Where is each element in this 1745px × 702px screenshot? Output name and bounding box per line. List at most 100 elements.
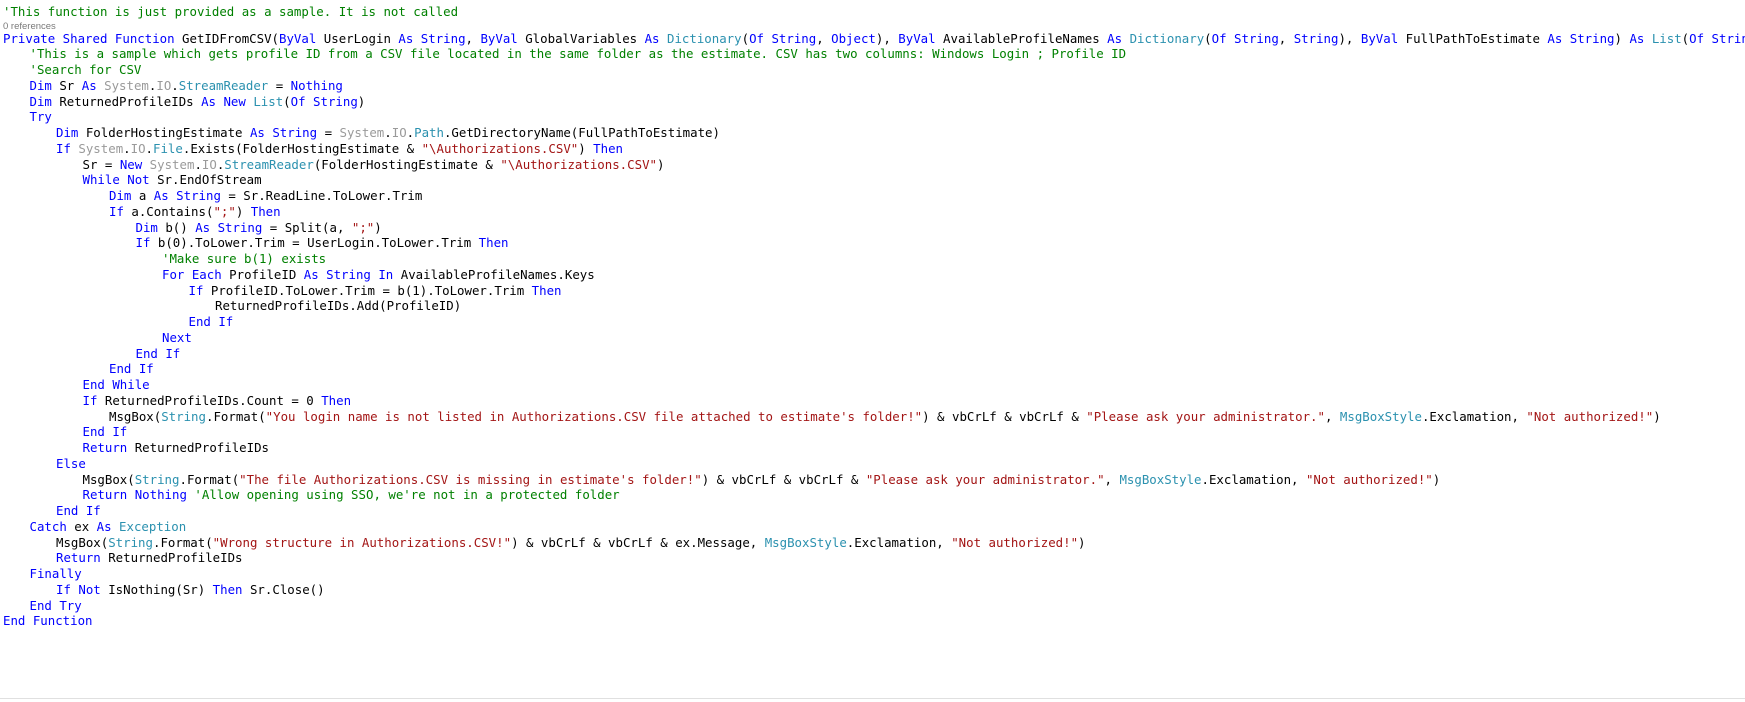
code-line[interactable]: 'Make sure b(1) exists xyxy=(162,250,326,267)
code-line[interactable]: Return ReturnedProfileIDs xyxy=(56,549,243,566)
code-line[interactable]: If System.IO.File.Exists(FolderHostingEs… xyxy=(56,140,623,157)
code-line[interactable]: If ReturnedProfileIDs.Count = 0 Then xyxy=(83,392,352,409)
code-token: . xyxy=(194,156,202,172)
code-line[interactable]: If Not IsNothing(Sr) Then Sr.Close() xyxy=(56,581,325,598)
code-line[interactable]: Dim a As String = Sr.ReadLine.ToLower.Tr… xyxy=(109,187,422,204)
code-token: MsgBox( xyxy=(56,534,109,550)
code-line[interactable]: MsgBox(String.Format("You login name is … xyxy=(109,408,1661,425)
code-token: Finally xyxy=(29,566,82,582)
code-token: IO xyxy=(391,125,407,141)
code-token: If xyxy=(135,235,151,251)
code-token: As xyxy=(644,30,660,46)
code-token: Nothing xyxy=(290,77,343,93)
code-token: "Wrong structure in Authorizations.CSV!" xyxy=(212,534,512,550)
code-line[interactable]: If b(0).ToLower.Trim = UserLogin.ToLower… xyxy=(136,234,509,251)
code-token: "The file Authorizations.CSV is missing … xyxy=(239,471,702,487)
code-token: Then xyxy=(212,581,243,597)
code-token: Dim xyxy=(29,93,52,109)
code-token: Sr.EndOfStream xyxy=(149,172,262,188)
code-token: (FolderHostingEstimate & xyxy=(313,156,501,172)
code-token: System xyxy=(149,156,195,172)
code-token: As xyxy=(96,518,112,534)
code-token: . xyxy=(171,77,179,93)
code-token: If xyxy=(109,203,124,219)
code-token: ( xyxy=(283,93,291,109)
code-line[interactable]: Dim ReturnedProfileIDs As New List(Of St… xyxy=(30,93,366,110)
code-line[interactable]: 'This is a sample which gets profile ID … xyxy=(30,45,1127,62)
code-token: ByVal xyxy=(279,30,317,46)
code-line[interactable]: End If xyxy=(109,360,154,377)
code-token: . xyxy=(384,125,392,141)
code-token: Of String xyxy=(749,30,817,46)
codelens-references[interactable]: 0 references xyxy=(3,21,56,33)
code-token: , xyxy=(1278,30,1294,46)
code-token: 'Allow opening using SSO, we're not in a… xyxy=(194,487,620,503)
code-token: ReturnedProfileIDs.Add(ProfileID) xyxy=(215,298,462,314)
code-token: While Not xyxy=(82,172,150,188)
code-line[interactable]: Dim FolderHostingEstimate As String = Sy… xyxy=(56,124,720,141)
code-line[interactable]: End If xyxy=(56,502,101,519)
code-token: End If xyxy=(109,361,154,377)
code-token: Sr xyxy=(51,77,82,93)
code-token: Path xyxy=(414,125,444,141)
code-token: . xyxy=(145,140,154,156)
code-line[interactable]: Next xyxy=(162,329,192,346)
code-token: "\Authorizations.CSV" xyxy=(500,156,657,172)
code-token: MsgBoxStyle xyxy=(764,534,847,550)
code-line[interactable]: Private Shared Function GetIDFromCSV(ByV… xyxy=(3,30,1745,47)
code-token: If xyxy=(82,392,98,408)
code-line[interactable]: Dim Sr As System.IO.StreamReader = Nothi… xyxy=(30,77,343,94)
editor-bottom-divider xyxy=(0,698,1745,699)
code-token: MsgBox( xyxy=(109,408,162,424)
code-token: Dictionary xyxy=(1129,30,1205,46)
code-token: As String xyxy=(398,30,466,46)
code-token: AvailableProfileNames.Keys xyxy=(393,266,595,282)
code-line[interactable]: End Try xyxy=(30,597,82,614)
code-token: Dim xyxy=(135,219,158,235)
code-token: "You login name is not listed in Authori… xyxy=(265,408,923,424)
code-line[interactable]: While Not Sr.EndOfStream xyxy=(83,171,262,188)
code-token: = Sr.ReadLine.ToLower.Trim xyxy=(220,188,423,204)
code-line[interactable]: Dim b() As String = Split(a, ";") xyxy=(136,219,382,236)
code-line[interactable]: MsgBox(String.Format("Wrong structure in… xyxy=(56,534,1086,551)
code-line[interactable]: Catch ex As Exception xyxy=(30,518,187,535)
code-line[interactable]: Sr = New System.IO.StreamReader(FolderHo… xyxy=(83,156,665,173)
code-line[interactable]: Finally xyxy=(30,565,82,582)
code-token: . xyxy=(406,125,415,141)
code-token: IO xyxy=(130,140,146,156)
code-line[interactable]: ReturnedProfileIDs.Add(ProfileID) xyxy=(215,297,461,314)
code-token: End If xyxy=(188,314,234,330)
code-token: "Not authorized!" xyxy=(951,534,1079,550)
code-line[interactable]: End If xyxy=(83,423,128,440)
code-token: ) xyxy=(235,203,251,219)
code-editor[interactable]: 'This function is just provided as a sam… xyxy=(0,0,1745,702)
code-token: If xyxy=(188,282,204,298)
code-token: , xyxy=(816,30,832,46)
code-token: ) xyxy=(656,156,665,172)
code-line[interactable]: For Each ProfileID As String In Availabl… xyxy=(162,266,595,283)
code-line[interactable]: Return Nothing 'Allow opening using SSO,… xyxy=(83,486,620,503)
code-token: Catch xyxy=(29,518,67,534)
code-line[interactable]: If a.Contains(";") Then xyxy=(109,203,281,220)
code-token: System xyxy=(104,77,149,93)
code-line[interactable]: Try xyxy=(30,108,52,125)
code-token: .Exclamation, xyxy=(1201,471,1306,487)
code-line[interactable]: End Function xyxy=(3,612,93,629)
code-line[interactable]: 'This function is just provided as a sam… xyxy=(3,3,458,20)
code-line[interactable]: End While xyxy=(83,376,150,393)
code-token: Of String xyxy=(1211,30,1279,46)
code-line[interactable]: Return ReturnedProfileIDs xyxy=(83,439,270,456)
code-line[interactable]: Else xyxy=(56,455,86,472)
code-line[interactable]: End If xyxy=(136,345,181,362)
code-token: .Exclamation, xyxy=(846,534,952,550)
code-line[interactable]: 'Search for CSV xyxy=(30,61,142,78)
code-token: , xyxy=(1324,408,1340,424)
code-line[interactable]: End If xyxy=(189,313,234,330)
code-token: ProfileID.ToLower.Trim = b(1).ToLower.Tr… xyxy=(203,282,532,298)
code-token: ) & vbCrLf & vbCrLf & ex.Message, xyxy=(511,534,765,550)
code-line[interactable]: If ProfileID.ToLower.Trim = b(1).ToLower… xyxy=(189,282,562,299)
code-line[interactable]: MsgBox(String.Format("The file Authoriza… xyxy=(83,471,1441,488)
